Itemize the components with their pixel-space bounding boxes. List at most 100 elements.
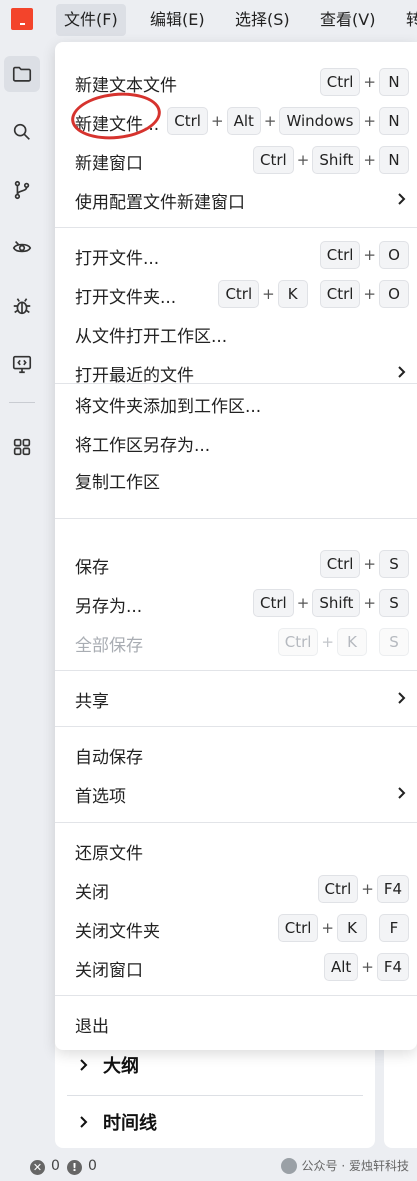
plus-sign: + xyxy=(296,151,310,169)
menu-item-label: 全部保存 xyxy=(75,636,143,656)
file-menu: 新建文本文件 Ctrl + N 新建文件... Ctrl + Alt + Windows + N 新建窗… xyxy=(55,42,417,1050)
key-cap: Ctrl xyxy=(218,280,260,308)
explorer-icon[interactable] xyxy=(4,56,40,92)
chevron-right-icon xyxy=(398,366,406,378)
menu-item-label: 将工作区另存为... xyxy=(75,436,211,456)
key-cap: S xyxy=(379,589,409,617)
source-control-icon[interactable] xyxy=(4,172,40,208)
watch-icon[interactable] xyxy=(4,230,40,266)
menu-item-21[interactable]: 退出 xyxy=(55,1006,417,1040)
menu-item-8[interactable]: 将文件夹添加到工作区... xyxy=(55,386,417,420)
plus-sign: + xyxy=(361,880,374,898)
plus-sign: + xyxy=(363,555,376,573)
menu-item-6[interactable]: 从文件打开工作区... xyxy=(55,316,417,350)
timeline-section[interactable]: 时间线 xyxy=(77,1109,157,1135)
editor-area xyxy=(384,1040,417,1148)
warning-icon[interactable]: ! xyxy=(67,1160,82,1175)
menu-item-label: 复制工作区 xyxy=(75,473,160,493)
menu-item-label: 另存为... xyxy=(75,597,143,617)
wechat-icon xyxy=(280,1157,297,1174)
plus-sign: + xyxy=(361,958,374,976)
app-logo xyxy=(11,8,33,30)
key-cap: O xyxy=(379,241,409,269)
key-cap: K xyxy=(337,914,367,942)
key-cap: Ctrl xyxy=(253,146,294,174)
plus-sign: + xyxy=(363,594,376,612)
menu-item-14[interactable]: 共享 xyxy=(55,681,417,715)
menu-item-label: 使用配置文件新建窗口 xyxy=(75,193,245,213)
menu-go[interactable]: 转 xyxy=(398,4,417,36)
key-cap: F4 xyxy=(376,875,409,903)
menu-separator xyxy=(55,518,417,519)
menu-item-label: 新建窗口 xyxy=(75,154,143,174)
menu-separator xyxy=(55,227,417,228)
menu-item-10[interactable]: 复制工作区 xyxy=(55,462,417,496)
key-cap: F xyxy=(379,914,409,942)
keyboard-shortcut: Ctrl + O xyxy=(319,241,409,269)
menu-item-16[interactable]: 首选项 xyxy=(55,776,417,810)
menu-item-12[interactable]: 另存为... Ctrl + Shift + S xyxy=(55,586,417,620)
key-cap: Ctrl xyxy=(319,550,361,578)
key-cap: N xyxy=(379,68,409,96)
remote-icon[interactable] xyxy=(4,346,40,382)
menu-item-4[interactable]: 打开文件... Ctrl + O xyxy=(55,238,417,272)
menu-separator xyxy=(55,383,417,384)
menu-item-label: 关闭 xyxy=(75,883,109,903)
key-cap: K xyxy=(337,628,367,656)
plus-sign: + xyxy=(210,112,224,130)
side-panel: 大纲 时间线 xyxy=(55,1040,375,1148)
keyboard-shortcut: Ctrl + N xyxy=(319,68,409,96)
menu-separator xyxy=(55,670,417,671)
key-cap: N xyxy=(379,146,409,174)
key-cap: N xyxy=(379,107,409,135)
chevron-right-icon xyxy=(398,692,406,704)
debug-icon[interactable] xyxy=(4,288,40,324)
menu-item-19[interactable]: 关闭文件夹 Ctrl + K F xyxy=(55,911,417,945)
menu-item-18[interactable]: 关闭 Ctrl + F4 xyxy=(55,872,417,906)
outline-section[interactable]: 大纲 xyxy=(77,1052,139,1078)
key-cap: K xyxy=(277,280,308,308)
watermark: 公众号 · 爱烛轩科技 xyxy=(280,1157,409,1174)
menu-item-label: 共享 xyxy=(75,692,109,712)
error-count: 0 xyxy=(51,1158,60,1174)
menu-item-label: 保存 xyxy=(75,558,109,578)
warning-count: 0 xyxy=(88,1158,97,1174)
menu-selection[interactable]: 选择(S) xyxy=(227,4,298,36)
menu-item-label: 自动保存 xyxy=(75,748,143,768)
menu-item-17[interactable]: 还原文件 xyxy=(55,833,417,867)
plus-sign: + xyxy=(262,285,275,303)
search-icon[interactable] xyxy=(4,114,40,150)
key-cap: Ctrl xyxy=(277,914,319,942)
menu-separator xyxy=(55,995,417,996)
menu-item-label: 退出 xyxy=(75,1017,109,1037)
chevron-right-icon xyxy=(80,1059,88,1071)
key-cap: Ctrl xyxy=(253,589,294,617)
key-cap: Alt xyxy=(226,107,261,135)
menu-item-20[interactable]: 关闭窗口 Alt + F4 xyxy=(55,950,417,984)
menu-item-label: 将文件夹添加到工作区... xyxy=(75,397,262,417)
menu-item-15[interactable]: 自动保存 xyxy=(55,737,417,771)
activity-bar xyxy=(0,42,44,1152)
keyboard-shortcut: Ctrl + F4 xyxy=(317,875,409,903)
plus-sign: + xyxy=(321,919,334,937)
menu-item-9[interactable]: 将工作区另存为... xyxy=(55,425,417,459)
key-cap: Shift xyxy=(312,589,361,617)
menu-file[interactable]: 文件(F) xyxy=(56,4,126,36)
panel-divider xyxy=(67,1095,363,1096)
menubar: 文件(F) 编辑(E) 选择(S) 查看(V) 转 xyxy=(0,0,417,42)
menu-item-11[interactable]: 保存 Ctrl + S xyxy=(55,547,417,581)
menu-item-3[interactable]: 使用配置文件新建窗口 xyxy=(55,182,417,216)
menu-item-label: 首选项 xyxy=(75,787,126,807)
plus-sign: + xyxy=(296,594,310,612)
error-icon[interactable]: ✕ xyxy=(30,1160,45,1175)
menu-edit[interactable]: 编辑(E) xyxy=(142,4,213,36)
chevron-right-icon xyxy=(398,193,406,205)
chevron-right-icon xyxy=(80,1116,88,1128)
menu-view[interactable]: 查看(V) xyxy=(312,4,383,36)
key-cap: Ctrl xyxy=(167,107,208,135)
menu-item-2[interactable]: 新建窗口 Ctrl + Shift + N xyxy=(55,143,417,177)
keyboard-shortcut: Ctrl + K Ctrl + O xyxy=(218,280,409,308)
key-cap: Windows xyxy=(279,107,361,135)
extensions-icon[interactable] xyxy=(4,429,40,465)
menu-item-5[interactable]: 打开文件夹... Ctrl + K Ctrl + O xyxy=(55,277,417,311)
